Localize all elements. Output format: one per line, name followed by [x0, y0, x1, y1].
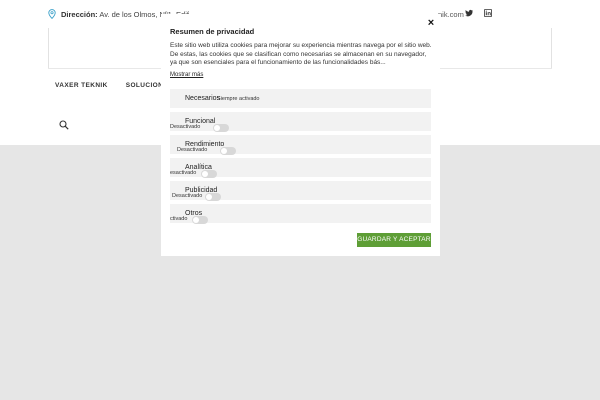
twitter-icon[interactable] — [465, 9, 473, 17]
category-status: Desactivado — [170, 124, 201, 130]
search-icon[interactable] — [59, 120, 69, 130]
category-toggle-publicidad[interactable] — [205, 193, 221, 201]
address-label: Dirección: — [61, 10, 98, 19]
cookie-category-rendimiento[interactable]: Rendimiento Desactivado — [170, 135, 431, 155]
map-pin-icon — [48, 9, 56, 19]
cookie-category-otros[interactable]: Otros ctivado — [170, 204, 431, 224]
linkedin-icon[interactable] — [484, 9, 492, 17]
category-status: Siempre activado — [217, 96, 260, 102]
nav-item-vaxer-teknik[interactable]: VAXER TEKNIK — [55, 82, 108, 89]
modal-description: Este sitio web utiliza cookies para mejo… — [170, 42, 432, 67]
category-toggle-rendimiento[interactable] — [220, 147, 236, 155]
cookie-category-analitica[interactable]: Analítica esactivado — [170, 158, 431, 178]
cookie-category-funcional[interactable]: Funcional Desactivado — [170, 112, 431, 132]
category-toggle-analitica[interactable] — [201, 170, 217, 178]
cookie-category-necesarios[interactable]: Necesarios Siempre activado — [170, 89, 431, 108]
privacy-modal: × Resumen de privacidad Este sitio web u… — [161, 14, 440, 256]
category-status: ctivado — [170, 216, 188, 222]
cookie-category-publicidad[interactable]: Publicidad Desactivado — [170, 181, 431, 201]
category-toggle-funcional[interactable] — [213, 124, 229, 132]
close-button[interactable]: × — [425, 17, 437, 29]
category-label: Necesarios — [185, 95, 221, 102]
header-divider-left — [48, 28, 49, 68]
header-divider-right — [551, 28, 552, 68]
category-status: Desactivado — [172, 193, 203, 199]
show-more-link[interactable]: Mostrar más — [170, 72, 203, 78]
category-status: esactivado — [170, 170, 197, 176]
category-toggle-otros[interactable] — [192, 216, 208, 224]
modal-title: Resumen de privacidad — [170, 27, 255, 36]
save-and-accept-button[interactable]: GUARDAR Y ACEPTAR — [357, 233, 431, 247]
category-status: Desactivado — [177, 147, 208, 153]
email-link[interactable]: nik.com — [438, 10, 464, 19]
